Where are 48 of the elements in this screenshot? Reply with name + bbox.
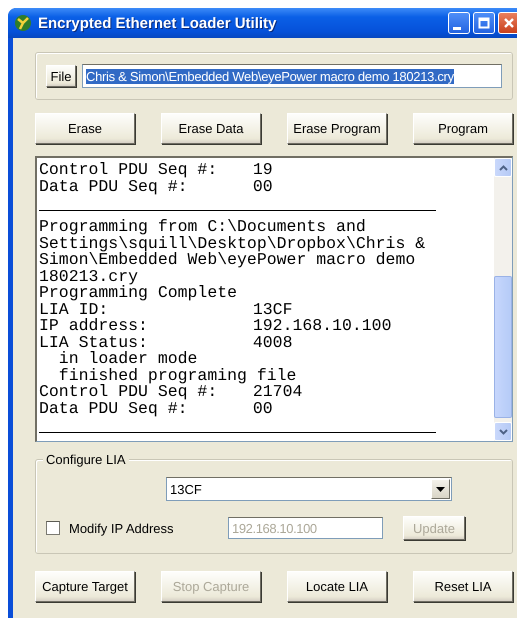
action-button[interactable]: Locate LIA (287, 571, 387, 602)
scroll-down-button[interactable] (494, 422, 512, 441)
close-icon (503, 17, 515, 29)
minimize-icon (453, 26, 461, 30)
log-line: finished programing file (58, 366, 296, 384)
window-title: Encrypted Ethernet Loader Utility (38, 14, 278, 32)
log-label: Data PDU Seq #: (39, 400, 189, 417)
log-label: Control PDU Seq #: (39, 162, 218, 178)
action-button[interactable]: Erase Program (287, 113, 387, 144)
group-title: Configure LIA (43, 452, 128, 467)
log-line: 180213.cry (39, 266, 138, 286)
chevron-up-icon (498, 164, 508, 170)
modify-ip-checkbox[interactable]: Modify IP Address (46, 520, 228, 536)
log-line: Simon\Embedded Web\eyePower macro demo (39, 250, 416, 269)
log-line: Programming from C:\Documents and (39, 217, 366, 236)
action-button[interactable]: Capture Target (35, 571, 135, 602)
lia-dropdown[interactable]: 13CF (166, 477, 452, 501)
maximize-button[interactable] (473, 12, 495, 34)
chevron-down-icon (498, 428, 508, 434)
minimize-button[interactable] (448, 12, 470, 34)
app-logo-icon (14, 14, 32, 32)
log-label: IP address: (39, 318, 149, 334)
log-label: LIA ID: (39, 302, 108, 318)
log-value: 4008 (252, 334, 292, 351)
log-line: in loader mode (58, 349, 198, 368)
log-line: Settings\squill\Desktop\Dropbox\Chris & (39, 234, 426, 252)
close-button[interactable] (498, 12, 517, 34)
action-button[interactable]: Erase (35, 113, 135, 144)
log-line: Programming Complete (39, 283, 238, 302)
log-value: 00 (252, 178, 273, 195)
log-value: 192.168.10.100 (252, 318, 392, 334)
log-label: Control PDU Seq #: (39, 384, 218, 400)
file-button[interactable]: File (46, 65, 76, 87)
file-path-field[interactable]: Chris & Simon\Embedded Web\eyePower macro demo 180213.cry (82, 64, 502, 88)
log-value: 19 (252, 162, 273, 178)
vertical-scrollbar[interactable] (494, 158, 512, 441)
log-label: Data PDU Seq #: (39, 178, 189, 195)
action-button[interactable]: Program (413, 113, 513, 144)
action-button[interactable]: Erase Data (161, 113, 261, 144)
maximize-icon (478, 17, 490, 29)
log-value: 13CF (252, 302, 292, 318)
log-value: 21704 (252, 384, 302, 400)
scroll-up-button[interactable] (494, 158, 512, 177)
log-value: 00 (252, 400, 273, 417)
dropdown-arrow-icon (436, 486, 445, 492)
scrollbar-thumb[interactable] (494, 276, 512, 418)
log-label: LIA Status: (39, 334, 149, 351)
action-button[interactable]: Reset LIA (413, 571, 513, 602)
